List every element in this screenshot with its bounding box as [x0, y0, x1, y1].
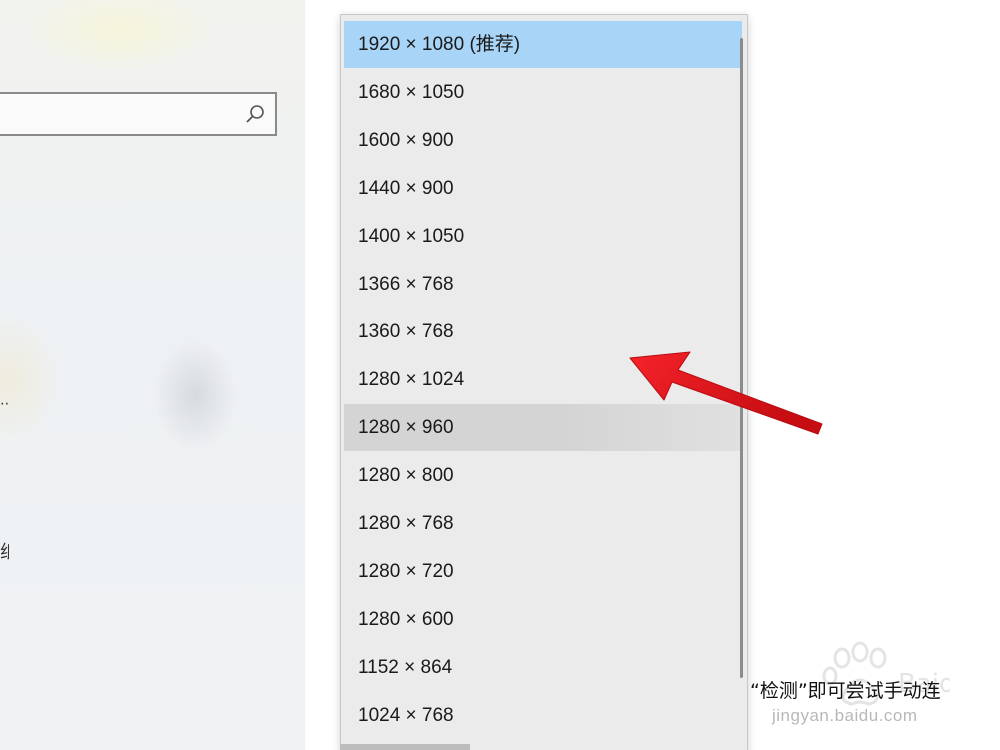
resolution-option[interactable]: 1280 × 768	[344, 500, 742, 547]
resolution-option[interactable]: 1600 × 900	[344, 117, 742, 164]
search-input[interactable]	[0, 92, 277, 136]
red-arrow-icon	[629, 351, 823, 435]
cut-off-label: 纸	[0, 538, 9, 564]
resolution-option[interactable]: 1400 × 1050	[344, 213, 742, 260]
resolution-option[interactable]: 1280 × 600	[344, 596, 742, 643]
horizontal-scrollbar[interactable]	[340, 744, 470, 750]
resolution-option[interactable]: 1152 × 864	[344, 644, 742, 691]
resolution-option[interactable]: 1280 × 720	[344, 548, 742, 595]
resolution-option[interactable]: 1680 × 1050	[344, 69, 742, 116]
search-icon[interactable]	[245, 104, 265, 124]
settings-panel-blurred: ⋯ 纸	[0, 0, 305, 750]
resolution-option[interactable]: 1366 × 768	[344, 261, 742, 308]
resolution-option[interactable]: 1440 × 900	[344, 165, 742, 212]
instruction-text: “检测”即可尝试手动连	[750, 680, 941, 702]
resolution-option[interactable]: 1280 × 800	[344, 452, 742, 499]
resolution-option[interactable]: 1920 × 1080 (推荐)	[344, 21, 742, 68]
watermark-url: jingyan.baidu.com	[772, 706, 918, 725]
cut-off-label: ⋯	[0, 396, 10, 412]
resolution-option[interactable]: 1024 × 768	[344, 692, 742, 739]
